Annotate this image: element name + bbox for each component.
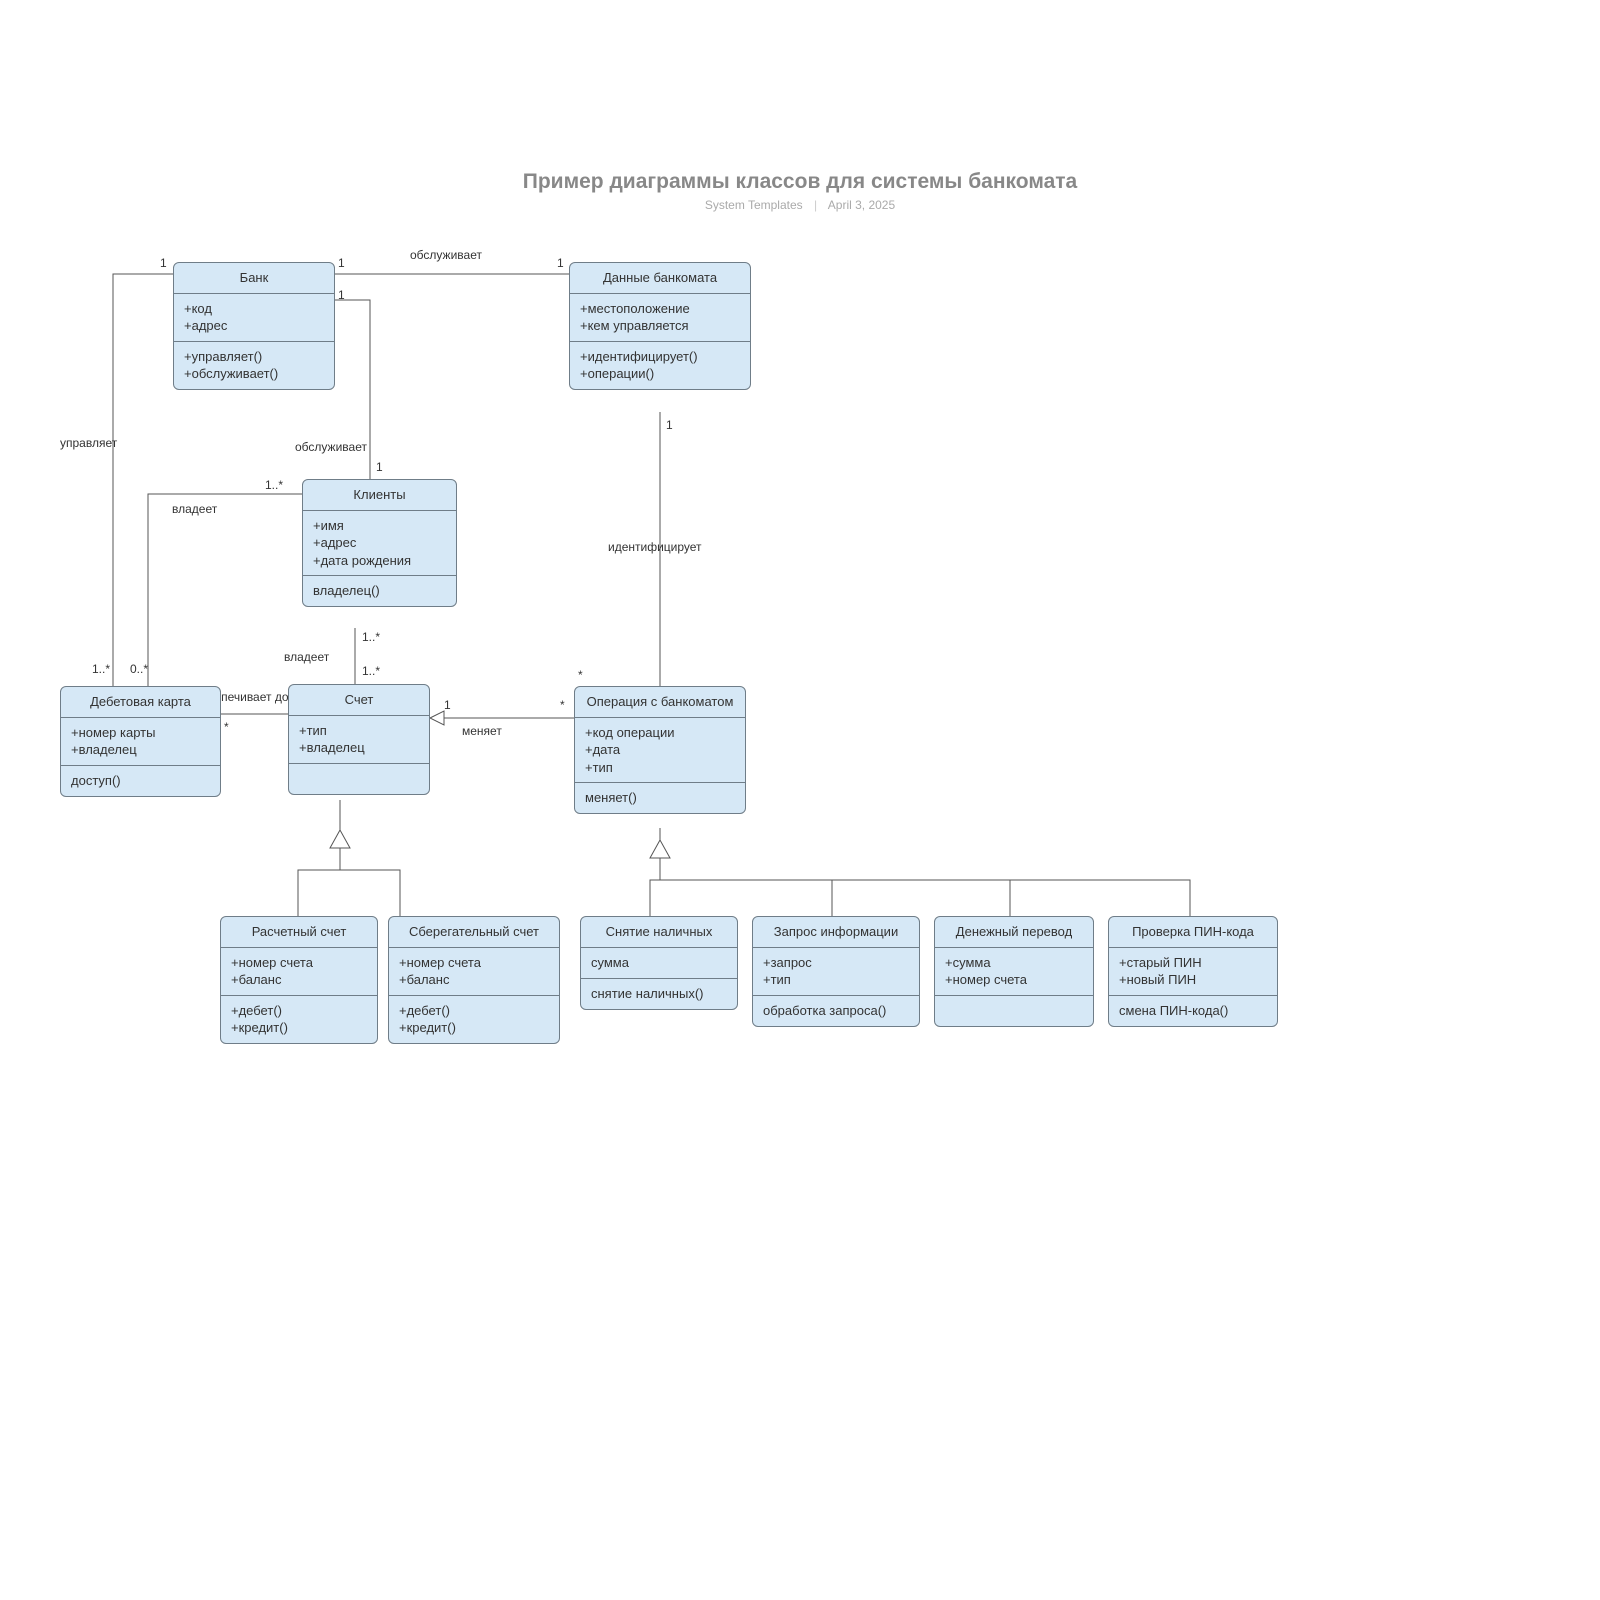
class-transfer-attrs: +сумма +номер счета bbox=[935, 948, 1093, 996]
mult-bank-atm-left: 1 bbox=[338, 256, 345, 270]
class-client: Клиенты +имя +адрес +дата рождения владе… bbox=[302, 479, 457, 607]
class-atm-name: Данные банкомата bbox=[570, 263, 750, 294]
class-atmop: Операция с банкоматом +код операции +дат… bbox=[574, 686, 746, 814]
class-bank: Банк +код +адрес +управляет() +обслужива… bbox=[173, 262, 335, 390]
class-debit: Дебетовая карта +номер карты +владелец д… bbox=[60, 686, 221, 797]
class-transfer: Денежный перевод +сумма +номер счета bbox=[934, 916, 1094, 1027]
class-pin-name: Проверка ПИН-кода bbox=[1109, 917, 1277, 948]
mult-client-debit-top: 1..* bbox=[265, 478, 283, 492]
subtitle-date: April 3, 2025 bbox=[828, 198, 895, 212]
class-checking-attrs: +номер счета +баланс bbox=[221, 948, 377, 996]
diagram-subtitle: System Templates | April 3, 2025 bbox=[0, 198, 1600, 212]
class-withdraw-name: Снятие наличных bbox=[581, 917, 737, 948]
class-checking: Расчетный счет +номер счета +баланс +деб… bbox=[220, 916, 378, 1044]
class-atmop-name: Операция с банкоматом bbox=[575, 687, 745, 718]
class-inquiry-attrs: +запрос +тип bbox=[753, 948, 919, 996]
class-account: Счет +тип +владелец bbox=[288, 684, 430, 795]
class-debit-name: Дебетовая карта bbox=[61, 687, 220, 718]
class-client-name: Клиенты bbox=[303, 480, 456, 511]
class-atm: Данные банкомата +местоположение +кем уп… bbox=[569, 262, 751, 390]
mult-bank-debit-bot: 1..* bbox=[92, 662, 110, 676]
class-atmop-attrs: +код операции +дата +тип bbox=[575, 718, 745, 784]
mult-bank-debit-top: 1 bbox=[160, 256, 167, 270]
diagram-title: Пример диаграммы классов для системы бан… bbox=[0, 170, 1600, 194]
class-pin-attrs: +старый ПИН +новый ПИН bbox=[1109, 948, 1277, 996]
class-atm-ops: +идентифицирует() +операции() bbox=[570, 342, 750, 389]
mult-client-acct-bot: 1..* bbox=[362, 664, 380, 678]
mult-bank-client-bot: 1 bbox=[376, 460, 383, 474]
class-checking-ops: +дебет() +кредит() bbox=[221, 996, 377, 1043]
label-serves-top: обслуживает bbox=[410, 248, 482, 262]
class-pin-ops: смена ПИН-кода() bbox=[1109, 996, 1277, 1026]
class-withdraw: Снятие наличных сумма снятие наличных() bbox=[580, 916, 738, 1010]
mult-op-acct-right: * bbox=[560, 698, 565, 712]
label-serves-mid: обслуживает bbox=[295, 440, 367, 454]
mult-atm-op-top: 1 bbox=[666, 418, 673, 432]
class-client-attrs: +имя +адрес +дата рождения bbox=[303, 511, 456, 577]
mult-bank-atm-right: 1 bbox=[557, 256, 564, 270]
class-bank-attrs: +код +адрес bbox=[174, 294, 334, 342]
label-manages: управляет bbox=[60, 436, 117, 450]
mult-op-acct-left: 1 bbox=[444, 698, 451, 712]
class-pin: Проверка ПИН-кода +старый ПИН +новый ПИН… bbox=[1108, 916, 1278, 1027]
label-owns-debit: владеет bbox=[172, 502, 217, 516]
class-savings: Сберегательный счет +номер счета +баланс… bbox=[388, 916, 560, 1044]
class-transfer-name: Денежный перевод bbox=[935, 917, 1093, 948]
class-transfer-ops bbox=[935, 996, 1093, 1026]
mult-client-debit-bot: 0..* bbox=[130, 662, 148, 676]
class-client-ops: владелец() bbox=[303, 576, 456, 606]
class-account-attrs: +тип +владелец bbox=[289, 716, 429, 764]
subtitle-author: System Templates bbox=[705, 198, 803, 212]
class-savings-ops: +дебет() +кредит() bbox=[389, 996, 559, 1043]
mult-client-acct-top: 1..* bbox=[362, 630, 380, 644]
class-inquiry-name: Запрос информации bbox=[753, 917, 919, 948]
label-owns-acct: владеет bbox=[284, 650, 329, 664]
class-savings-attrs: +номер счета +баланс bbox=[389, 948, 559, 996]
class-debit-attrs: +номер карты +владелец bbox=[61, 718, 220, 766]
class-bank-ops: +управляет() +обслуживает() bbox=[174, 342, 334, 389]
class-account-name: Счет bbox=[289, 685, 429, 716]
class-inquiry-ops: обработка запроса() bbox=[753, 996, 919, 1026]
class-withdraw-ops: снятие наличных() bbox=[581, 979, 737, 1009]
class-checking-name: Расчетный счет bbox=[221, 917, 377, 948]
class-inquiry: Запрос информации +запрос +тип обработка… bbox=[752, 916, 920, 1027]
subtitle-separator: | bbox=[814, 198, 817, 212]
mult-debit-acct-left: * bbox=[224, 720, 229, 734]
class-bank-name: Банк bbox=[174, 263, 334, 294]
label-identifies: идентифицирует bbox=[608, 540, 702, 554]
class-atmop-ops: меняет() bbox=[575, 783, 745, 813]
class-debit-ops: доступ() bbox=[61, 766, 220, 796]
connectors-layer bbox=[0, 0, 1600, 1600]
class-withdraw-attrs: сумма bbox=[581, 948, 737, 979]
class-account-ops bbox=[289, 764, 429, 794]
class-atm-attrs: +местоположение +кем управляется bbox=[570, 294, 750, 342]
label-changes: меняет bbox=[462, 724, 502, 738]
mult-atm-op-bot: * bbox=[578, 668, 583, 682]
class-savings-name: Сберегательный счет bbox=[389, 917, 559, 948]
diagram-canvas: Пример диаграммы классов для системы бан… bbox=[0, 0, 1600, 1600]
mult-bank-client-top: 1 bbox=[338, 288, 345, 302]
